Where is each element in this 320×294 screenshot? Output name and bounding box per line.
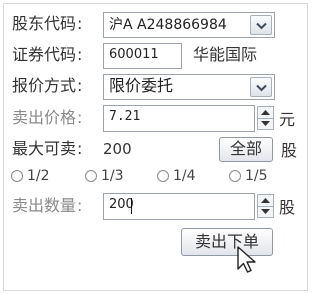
triangle-up-icon (261, 110, 270, 115)
fraction-radio-1-4[interactable] (157, 170, 169, 182)
sell-price-input[interactable]: 7.21 (103, 105, 255, 132)
quote-method-label: 报价方式: (12, 76, 83, 95)
max-sellable-label: 最大可卖: (12, 139, 83, 158)
fraction-label-1-3: 1/3 (101, 168, 124, 184)
all-button[interactable]: 全部 (219, 137, 273, 162)
security-code-input[interactable]: 600011 (103, 43, 182, 69)
chevron-down-icon (256, 84, 267, 92)
sell-quantity-label: 卖出数量: (12, 196, 83, 215)
mouse-pointer-icon (237, 246, 256, 273)
max-sellable-unit: 股 (281, 141, 298, 160)
sell-quantity-input[interactable]: 200 (103, 193, 255, 220)
triangle-down-icon (261, 209, 270, 214)
fraction-label-1-5: 1/5 (245, 168, 268, 184)
sell-price-decrement-button[interactable] (258, 118, 273, 129)
sell-price-label: 卖出价格: (12, 108, 83, 127)
triangle-up-icon (261, 198, 270, 203)
fraction-radio-1-3[interactable] (85, 170, 97, 182)
fraction-label-1-4: 1/4 (173, 168, 196, 184)
shareholder-code-dropdown-button[interactable] (250, 15, 272, 35)
fraction-label-1-2: 1/2 (27, 168, 50, 184)
sell-quantity-decrement-button[interactable] (258, 206, 273, 217)
security-name: 华能国际 (193, 45, 258, 64)
fraction-radio-1-2[interactable] (11, 170, 23, 182)
security-code-label: 证券代码: (12, 45, 83, 64)
chevron-down-icon (256, 22, 267, 30)
triangle-down-icon (261, 121, 270, 126)
sell-price-spinner[interactable] (257, 106, 274, 130)
text-caret (131, 198, 132, 214)
fraction-radio-1-5[interactable] (229, 170, 241, 182)
sell-quantity-unit: 股 (279, 198, 296, 217)
sell-order-panel: 股东代码: 沪A A248866984 证券代码: 600011 华能国际 报价… (3, 3, 308, 291)
max-sellable-value: 200 (103, 140, 132, 158)
sell-order-submit-button[interactable]: 卖出下单 (181, 228, 273, 256)
sell-quantity-spinner[interactable] (257, 194, 274, 218)
quote-method-dropdown-button[interactable] (250, 77, 272, 97)
sell-price-unit: 元 (279, 110, 296, 129)
shareholder-code-label: 股东代码: (12, 14, 83, 33)
